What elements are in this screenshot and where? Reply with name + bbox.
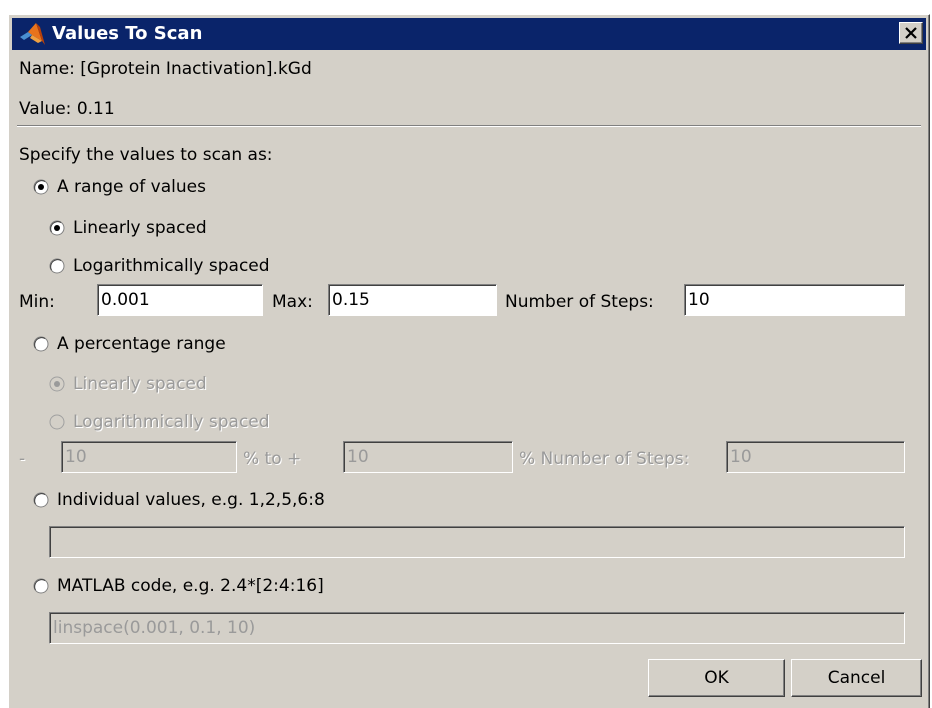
radio-percentage-linear-label: Linearly spaced <box>73 374 207 394</box>
percent-steps-label: % Number of Steps: <box>519 449 690 469</box>
window-title: Values To Scan <box>52 23 203 44</box>
radio-range-label: A range of values <box>57 177 206 197</box>
min-label: Min: <box>19 292 55 312</box>
minus-label: - <box>19 449 26 469</box>
percent-minus-input[interactable]: 10 <box>61 441 237 473</box>
radio-range-log-label: Logarithmically spaced <box>73 256 270 276</box>
radio-empty-icon[interactable] <box>33 336 49 352</box>
max-input[interactable]: 0.15 <box>328 284 497 316</box>
radio-selected-disabled-icon[interactable] <box>49 376 65 392</box>
matlab-icon <box>20 23 45 45</box>
radio-percentage-log-label: Logarithmically spaced <box>73 412 270 432</box>
radio-range[interactable]: A range of values <box>33 176 206 198</box>
min-input[interactable]: 0.001 <box>97 284 263 316</box>
radio-empty-icon[interactable] <box>49 258 65 274</box>
radio-percentage-linear[interactable]: Linearly spaced <box>49 373 207 395</box>
radio-percentage[interactable]: A percentage range <box>33 333 226 355</box>
radio-selected-icon[interactable] <box>33 179 49 195</box>
steps-label: Number of Steps: <box>505 292 654 312</box>
percent-plus-input[interactable]: 10 <box>343 441 513 473</box>
radio-matlab-label: MATLAB code, e.g. 2.4*[2:4:16] <box>57 576 324 596</box>
value-label: Value: 0.11 <box>19 99 115 119</box>
name-label: Name: [Gprotein Inactivation].kGd <box>19 59 312 79</box>
radio-matlab[interactable]: MATLAB code, e.g. 2.4*[2:4:16] <box>33 575 324 597</box>
title-bar[interactable]: Values To Scan <box>12 18 926 50</box>
values-to-scan-dialog: Values To Scan Name: [Gprotein Inactivat… <box>8 14 930 708</box>
close-button[interactable] <box>899 22 923 44</box>
radio-empty-disabled-icon[interactable] <box>49 414 65 430</box>
ok-button[interactable]: OK <box>648 659 785 697</box>
radio-percentage-log[interactable]: Logarithmically spaced <box>49 411 270 433</box>
radio-selected-icon[interactable] <box>49 220 65 236</box>
radio-range-linear-label: Linearly spaced <box>73 218 207 238</box>
steps-input[interactable]: 10 <box>684 284 905 316</box>
separator-highlight <box>17 126 921 127</box>
radio-empty-icon[interactable] <box>33 578 49 594</box>
radio-range-log[interactable]: Logarithmically spaced <box>49 255 270 277</box>
max-label: Max: <box>272 292 313 312</box>
percent-steps-input[interactable]: 10 <box>726 441 905 473</box>
radio-individual-label: Individual values, e.g. 1,2,5,6:8 <box>57 490 325 510</box>
prompt-label: Specify the values to scan as: <box>19 145 273 165</box>
radio-percentage-label: A percentage range <box>57 334 226 354</box>
individual-values-input[interactable] <box>49 526 905 558</box>
radio-individual[interactable]: Individual values, e.g. 1,2,5,6:8 <box>33 489 325 511</box>
radio-range-linear[interactable]: Linearly spaced <box>49 217 207 239</box>
to-label: % to + <box>243 449 302 469</box>
close-icon <box>905 27 917 39</box>
cancel-button[interactable]: Cancel <box>791 659 922 697</box>
matlab-code-input[interactable]: linspace(0.001, 0.1, 10) <box>49 612 905 644</box>
radio-empty-icon[interactable] <box>33 492 49 508</box>
